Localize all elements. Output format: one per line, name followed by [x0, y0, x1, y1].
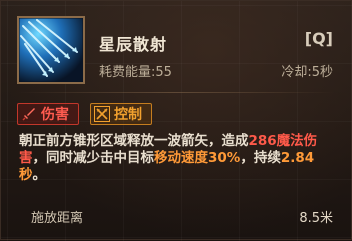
skill-icon-frame	[17, 16, 85, 84]
tag-damage: 伤害	[17, 103, 79, 125]
tag-control-label: 控制	[114, 107, 142, 123]
desc-text-4: 。	[32, 167, 47, 183]
desc-text-3: ，持续	[240, 150, 281, 166]
divider	[17, 92, 335, 93]
crossed-arrows-icon	[94, 106, 110, 122]
desc-text-2: ，同时减少击中目标	[32, 150, 155, 166]
skill-name: 星辰散射	[99, 35, 168, 54]
tag-damage-label: 伤害	[41, 107, 69, 123]
skill-tooltip: 星辰散射 [Q] 耗费能量:55 冷却:5秒 伤害 控制 朝正前方锥形区域释放一…	[0, 0, 352, 241]
cast-range-label: 施放距离	[31, 211, 84, 226]
cast-range-value: 8.5米	[299, 211, 333, 226]
arrow-volley-icon	[19, 18, 83, 82]
energy-cost: 耗费能量:55	[99, 65, 172, 80]
tag-control: 控制	[90, 103, 152, 125]
skill-description: 朝正前方锥形区域释放一波箭矢，造成286魔法伤害，同时减少击中目标移动速度30%…	[19, 133, 337, 184]
skill-hotkey: [Q]	[304, 29, 333, 48]
desc-text-1: 朝正前方锥形区域释放一波箭矢，造成	[19, 133, 249, 149]
slow-value: 移动速度30%	[154, 150, 241, 166]
cooldown: 冷却:5秒	[281, 65, 333, 80]
sword-icon	[22, 108, 35, 121]
